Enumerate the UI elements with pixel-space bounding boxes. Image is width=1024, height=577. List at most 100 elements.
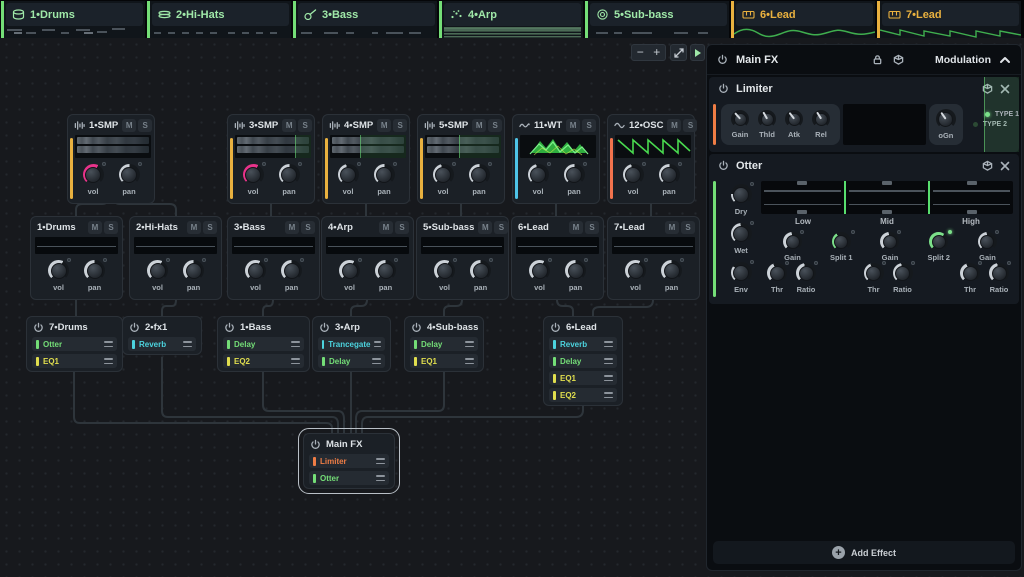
band-high[interactable] (928, 181, 1013, 214)
volume-knob[interactable] (528, 164, 549, 185)
mute-button[interactable]: M (88, 221, 102, 234)
power-icon[interactable] (718, 160, 729, 171)
loop-region[interactable] (459, 135, 501, 158)
zoom-out-button[interactable]: − (632, 45, 649, 60)
track-node-hihats[interactable]: 2•Hi-Hats MS vol pan (129, 216, 222, 300)
fx-item-reverb[interactable]: Reverb (549, 337, 617, 351)
power-icon[interactable] (33, 322, 44, 333)
mid-gain-knob[interactable] (880, 232, 899, 251)
track-node-arp[interactable]: 4•Arp MS vol pan (321, 216, 414, 300)
add-effect-button[interactable]: + Add Effect (713, 541, 1015, 564)
solo-button[interactable]: S (138, 119, 152, 132)
power-icon[interactable] (550, 322, 561, 333)
drag-handle-icon[interactable] (604, 392, 613, 398)
volume-knob[interactable] (623, 164, 644, 185)
low-gain-knob[interactable] (783, 232, 802, 251)
sample-waveform-display[interactable] (235, 135, 311, 158)
solo-button[interactable]: S (393, 119, 407, 132)
fx-chain-node-subbass[interactable]: 4•Sub-bass Delay EQ1 (404, 316, 484, 372)
zoom-control[interactable]: − + (631, 44, 666, 61)
fx-item-delay[interactable]: Delay (410, 337, 478, 351)
drag-handle-icon[interactable] (183, 341, 192, 347)
sample-waveform-display[interactable] (75, 135, 151, 158)
band-low[interactable] (761, 181, 844, 214)
instrument-node-4-smp[interactable]: 4•SMP MS vol pan (322, 114, 410, 204)
solo-button[interactable]: S (395, 221, 409, 234)
split-2-knob[interactable] (929, 232, 948, 251)
close-icon[interactable] (1000, 161, 1010, 171)
low-threshold-knob[interactable] (767, 263, 787, 283)
fx-chain-node-fx1[interactable]: 2•fx1 Reverb (122, 316, 202, 355)
fx-item-delay[interactable]: Delay (223, 337, 304, 351)
pan-knob[interactable] (183, 260, 204, 281)
solo-button[interactable]: S (494, 221, 508, 234)
gain-knob[interactable] (731, 110, 749, 128)
drag-handle-icon[interactable] (465, 341, 474, 347)
volume-knob[interactable] (625, 260, 646, 281)
tab-lead-7[interactable]: 7•Lead (877, 1, 1021, 38)
tab-bass[interactable]: 3•Bass (293, 1, 437, 38)
drag-handle-icon[interactable] (465, 358, 474, 364)
pan-knob[interactable] (469, 164, 490, 185)
mute-button[interactable]: M (569, 221, 583, 234)
mute-button[interactable]: M (472, 119, 486, 132)
drag-handle-icon[interactable] (376, 458, 385, 464)
mid-threshold-knob[interactable] (864, 263, 884, 283)
multiband-display[interactable] (761, 181, 1013, 214)
lock-icon[interactable] (872, 54, 883, 65)
drag-handle-icon[interactable] (374, 341, 381, 347)
solo-button[interactable]: S (298, 119, 312, 132)
high-threshold-knob[interactable] (960, 263, 980, 283)
instrument-node-12-osc[interactable]: 12•OSC MS vol pan (607, 114, 695, 204)
track-node-bass[interactable]: 3•Bass MS vol pan (227, 216, 320, 300)
wet-knob[interactable] (731, 223, 752, 244)
fx-chain-node-bass[interactable]: 1•Bass Delay EQ2 (217, 316, 310, 372)
solo-button[interactable]: S (582, 119, 596, 132)
mute-button[interactable]: M (282, 119, 296, 132)
power-icon[interactable] (411, 322, 422, 333)
mute-button[interactable]: M (665, 221, 679, 234)
pan-knob[interactable] (659, 164, 680, 185)
pan-knob[interactable] (119, 164, 140, 185)
solo-button[interactable]: S (203, 221, 217, 234)
volume-knob[interactable] (433, 164, 454, 185)
fx-item-eq2[interactable]: EQ2 (223, 354, 304, 368)
oscillator-waveform-display[interactable] (615, 135, 691, 158)
tab-subbass[interactable]: 5•Sub-bass (585, 1, 729, 38)
mute-button[interactable]: M (379, 221, 393, 234)
preset-cube-icon[interactable] (893, 54, 904, 65)
fx-item-eq1[interactable]: EQ1 (549, 371, 617, 385)
split-1-knob[interactable] (832, 232, 851, 251)
mute-button[interactable]: M (187, 221, 201, 234)
mute-button[interactable]: M (285, 221, 299, 234)
fx-item-otter[interactable]: Otter (32, 337, 117, 351)
mute-button[interactable]: M (478, 221, 492, 234)
pan-knob[interactable] (374, 164, 395, 185)
power-icon[interactable] (718, 83, 729, 94)
drag-handle-icon[interactable] (604, 358, 613, 364)
threshold-knob[interactable] (758, 110, 776, 128)
high-gain-knob[interactable] (978, 232, 997, 251)
env-knob[interactable] (731, 262, 752, 283)
power-icon[interactable] (224, 322, 235, 333)
volume-knob[interactable] (338, 164, 359, 185)
mid-ratio-knob[interactable] (893, 263, 913, 283)
sample-waveform-display[interactable] (330, 135, 406, 158)
band-handle[interactable] (882, 210, 892, 214)
pan-knob[interactable] (661, 260, 682, 281)
band-handle[interactable] (967, 210, 977, 214)
volume-knob[interactable] (147, 260, 168, 281)
volume-knob[interactable] (83, 164, 104, 185)
wavetable-display[interactable] (520, 135, 596, 158)
tab-lead-6[interactable]: 6•Lead (731, 1, 875, 38)
fx-chain-node-drums[interactable]: 7•Drums Otter EQ1 (26, 316, 123, 372)
solo-button[interactable]: S (585, 221, 599, 234)
pan-knob[interactable] (84, 260, 105, 281)
solo-button[interactable]: S (488, 119, 502, 132)
mute-button[interactable]: M (667, 119, 681, 132)
track-node-lead-6[interactable]: 6•Lead MS vol pan (511, 216, 604, 300)
drag-handle-icon[interactable] (376, 475, 385, 481)
fx-item-limiter[interactable]: Limiter (309, 454, 389, 468)
pan-knob[interactable] (565, 260, 586, 281)
track-node-drums[interactable]: 1•Drums MS vol pan (30, 216, 123, 300)
